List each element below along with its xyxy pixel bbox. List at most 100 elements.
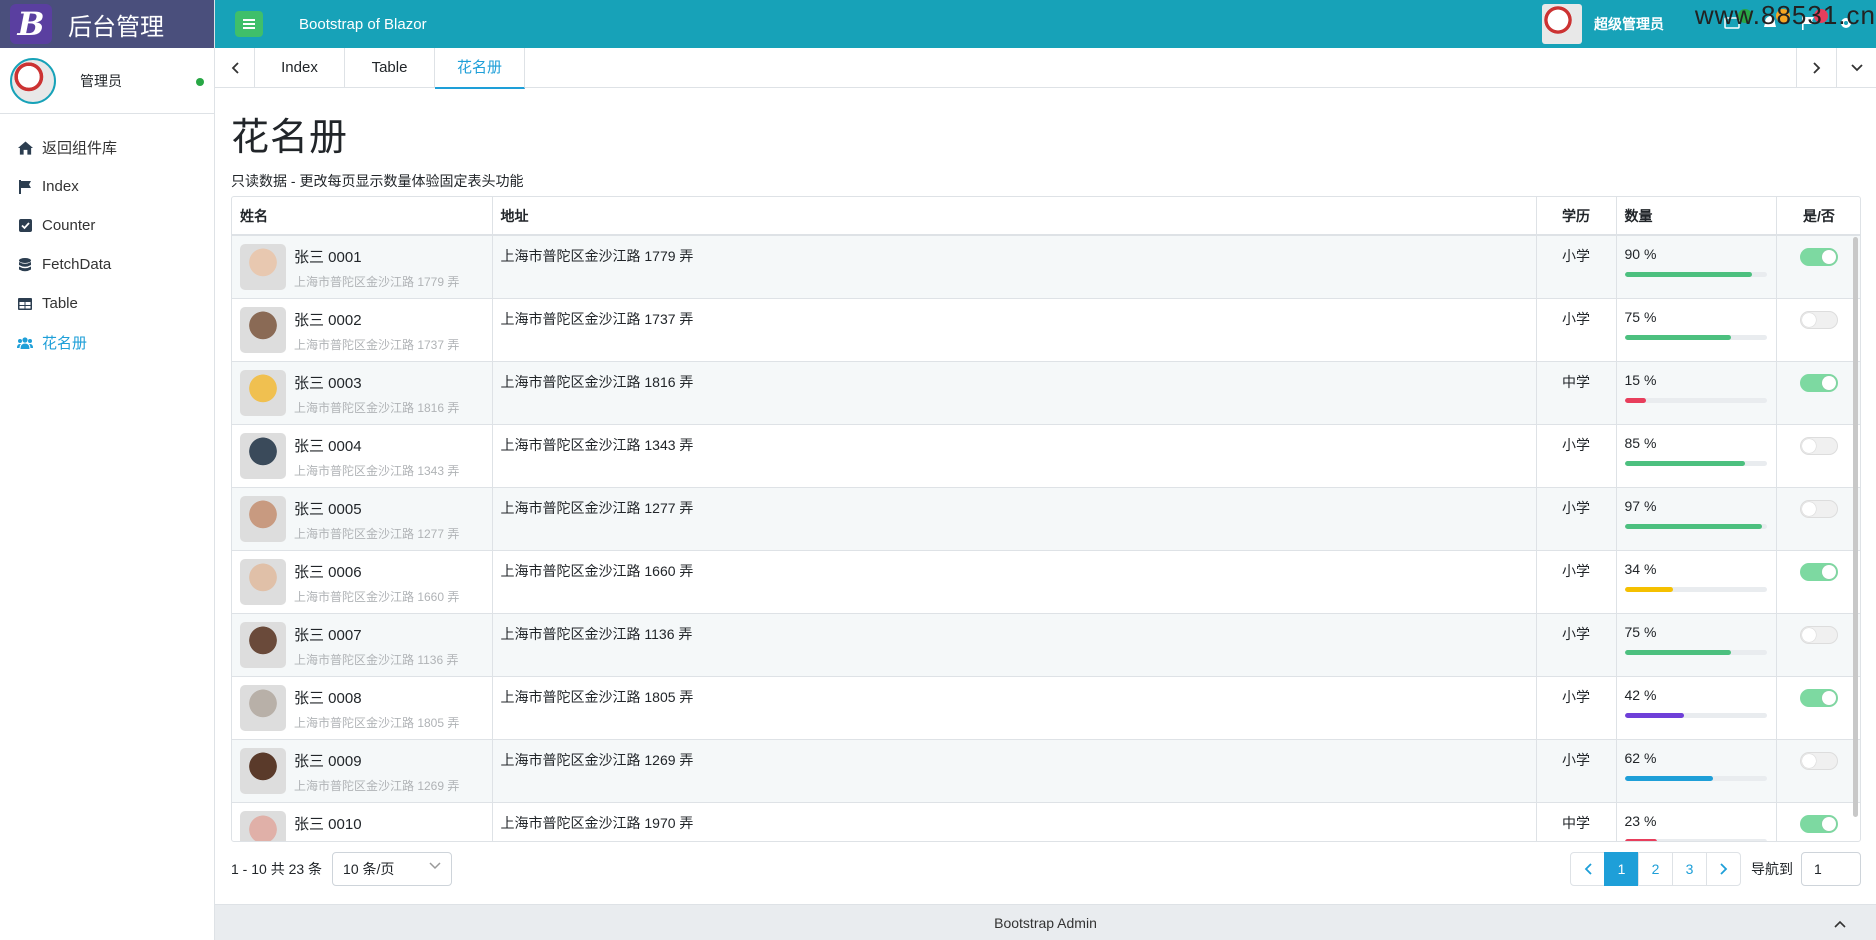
toggle-knob [1802,627,1816,642]
count-label: 90 % [1624,246,1657,262]
table-row[interactable]: 张三 0009 上海市普陀区金沙江路 1269 弄上海市普陀区金沙江路 1269 … [232,739,1860,803]
pagination: 1 2 3 导航到 1 [1570,852,1861,886]
table-row[interactable]: 张三 0008 上海市普陀区金沙江路 1805 弄上海市普陀区金沙江路 1805 … [232,676,1860,740]
cell-toggle [1776,676,1860,740]
toggle-switch[interactable] [1800,751,1838,770]
chevron-up-icon[interactable] [1834,905,1846,940]
count-label: 97 % [1624,497,1657,514]
menu-item-counter[interactable]: Counter [0,206,214,245]
column-header-address[interactable]: 地址 [492,197,1537,236]
menu-item-label: Index [42,178,79,195]
table-row[interactable]: 张三 0010上海市普陀区金沙江路 1970 弄上海市普陀区金沙江路 1970 … [232,802,1860,841]
person-avatar [240,747,286,794]
toggle-knob [1822,690,1836,705]
toggle-switch[interactable] [1800,310,1838,329]
app-title: Bootstrap of Blazor [299,15,427,33]
cell-count: 90 % [1616,235,1777,299]
menu-item-roster[interactable]: 花名册 [0,323,214,362]
page-button-2[interactable]: 2 [1638,852,1673,886]
toggle-switch[interactable] [1800,436,1838,455]
table-row[interactable]: 张三 0001 上海市普陀区金沙江路 1779 弄上海市普陀区金沙江路 1779 … [232,235,1860,299]
footer: Bootstrap Admin [215,904,1876,940]
column-header-yesno[interactable]: 是/否 [1776,197,1860,236]
tab-roster[interactable]: 花名册 [435,48,525,89]
menu-item-home[interactable]: 返回组件库 [0,128,214,167]
table-row[interactable]: 张三 0005 上海市普陀区金沙江路 1277 弄上海市普陀区金沙江路 1277 … [232,487,1860,551]
progress-bar [1624,649,1767,655]
next-page-button[interactable] [1706,852,1741,886]
cell-count: 23 % [1616,802,1777,841]
column-header-education[interactable]: 学历 [1536,197,1617,236]
page-size-select[interactable]: 10 条/页 [332,852,453,886]
tab-table[interactable]: Table [345,48,435,88]
menu-item-index[interactable]: Index [0,167,214,206]
person-address-sub: 上海市普陀区金沙江路 1343 弄 [294,463,460,478]
page-button-1[interactable]: 1 [1604,852,1639,886]
tab-bar-right [1796,48,1876,88]
goto-page-input[interactable]: 1 [1801,852,1861,886]
users-icon [16,334,34,352]
count-label: 34 % [1624,560,1657,577]
cell-education: 小学 [1536,550,1617,614]
cell-name: 张三 0010 上海市普陀区金沙江路 1970 弄 [232,802,493,841]
tab-scroll-left-button[interactable] [215,48,255,88]
table-scrollbar[interactable] [1853,237,1858,817]
cell-name: 张三 0006 上海市普陀区金沙江路 1660 弄 [232,550,493,614]
toggle-switch[interactable] [1800,562,1838,581]
toggle-switch[interactable] [1800,625,1838,644]
count-label: 42 % [1624,686,1657,703]
person-address-sub: 上海市普陀区金沙江路 1737 弄 [294,337,460,352]
cell-address: 上海市普陀区金沙江路 1970 弄 [492,802,1537,841]
menu-item-fetchdata[interactable]: FetchData [0,245,214,284]
page-button-3[interactable]: 3 [1672,852,1707,886]
column-header-name[interactable]: 姓名 [232,197,493,236]
chevron-right-icon [1719,863,1727,875]
prev-page-button[interactable] [1570,852,1605,886]
brand[interactable]: B 后台管理 [0,0,214,48]
toggle-switch[interactable] [1800,499,1838,518]
cell-count: 42 % [1616,676,1777,740]
count-label: 62 % [1624,749,1657,766]
tab-scroll-right-button[interactable] [1796,48,1836,88]
menu-item-label: Counter [42,217,96,234]
cell-name: 张三 0001 上海市普陀区金沙江路 1779 弄 [232,235,493,299]
table-row[interactable]: 张三 0002 上海市普陀区金沙江路 1737 弄上海市普陀区金沙江路 1737 … [232,298,1860,362]
header-user-name[interactable]: 超级管理员 [1594,14,1664,34]
menu-item-table[interactable]: Table [0,284,214,323]
tab-index[interactable]: Index [255,48,345,88]
progress-fill [1624,523,1763,529]
table-row[interactable]: 张三 0006 上海市普陀区金沙江路 1660 弄上海市普陀区金沙江路 1660 … [232,550,1860,614]
person-avatar [240,432,286,479]
cell-address: 上海市普陀区金沙江路 1779 弄 [492,235,1537,299]
progress-fill [1624,712,1685,718]
person-name: 张三 0009 [294,752,362,770]
person-avatar [240,306,286,353]
person-address-sub: 上海市普陀区金沙江路 1660 弄 [294,589,460,604]
data-table: 姓名 地址 学历 数量 是/否 张三 0001 上海市普陀区金沙江路 1779 弄… [231,196,1861,842]
table-row[interactable]: 张三 0004 上海市普陀区金沙江路 1343 弄上海市普陀区金沙江路 1343 … [232,424,1860,488]
person-avatar [240,369,286,416]
column-header-count[interactable]: 数量 [1616,197,1777,236]
table-row[interactable]: 张三 0007 上海市普陀区金沙江路 1136 弄上海市普陀区金沙江路 1136 … [232,613,1860,677]
progress-fill [1624,586,1673,592]
tab-dropdown-button[interactable] [1836,48,1876,88]
cell-address: 上海市普陀区金沙江路 1269 弄 [492,739,1537,803]
toggle-knob [1822,564,1836,579]
user-panel: 管理员 [0,48,214,114]
flag-icon [16,178,34,196]
progress-bar [1624,586,1767,592]
toggle-switch[interactable] [1800,688,1838,707]
cell-toggle [1776,361,1860,425]
header-avatar[interactable] [1542,4,1582,44]
toggle-switch[interactable] [1800,814,1838,833]
table-row[interactable]: 张三 0003 上海市普陀区金沙江路 1816 弄上海市普陀区金沙江路 1816 … [232,361,1860,425]
toggle-switch[interactable] [1800,248,1838,266]
person-name: 张三 0006 [294,563,362,581]
cell-education: 小学 [1536,298,1617,362]
database-icon [16,256,34,274]
toggle-switch[interactable] [1800,373,1838,392]
cell-address: 上海市普陀区金沙江路 1660 弄 [492,550,1537,614]
sidebar-toggle-button[interactable] [235,11,263,37]
page-size-value: 10 条/页 [343,861,395,877]
cell-education: 小学 [1536,235,1617,299]
